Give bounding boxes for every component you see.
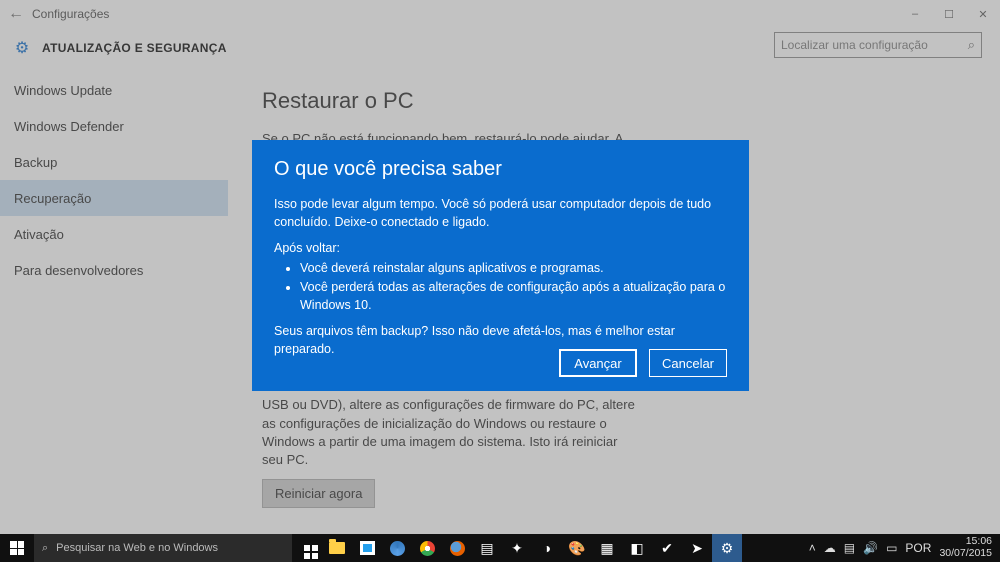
sidebar-item-windows-defender[interactable]: Windows Defender [0,108,228,144]
sidebar-item-developers[interactable]: Para desenvolvedores [0,252,228,288]
page-heading: Restaurar o PC [262,88,966,114]
app-icon[interactable]: ✔ [652,534,682,562]
back-button[interactable]: ← [8,5,32,23]
taskbar: ⌕ Pesquisar na Web e no Windows ▤ ✦ ◑ 🎨 … [0,534,1000,562]
cancel-button[interactable]: Cancelar [649,349,727,377]
window-title: Configurações [32,7,992,21]
settings-header: ⚙ ATUALIZAÇÃO E SEGURANÇA Localizar uma … [0,28,1000,68]
reset-info-dialog: O que você precisa saber Isso pode levar… [252,140,749,391]
dialog-bullet-1: Você deverá reinstalar alguns aplicativo… [300,259,727,277]
start-button[interactable] [0,534,34,562]
search-icon: ⌕ [968,37,975,53]
firefox-icon[interactable] [442,534,472,562]
app-icon[interactable]: ✦ [502,534,532,562]
search-placeholder: Localizar uma configuração [781,38,968,52]
gear-icon: ⚙ [12,38,32,58]
search-input[interactable]: Localizar uma configuração ⌕ [774,32,982,58]
section-title: ATUALIZAÇÃO E SEGURANÇA [42,41,227,55]
calculator-icon[interactable]: ▦ [592,534,622,562]
task-view-button[interactable] [292,534,322,562]
taskbar-clock[interactable]: 15:06 30/07/2015 [939,536,992,559]
window-titlebar: ← Configurações – ☐ ✕ [0,0,1000,28]
close-button[interactable]: ✕ [966,0,1000,28]
advanced-startup-description: USB ou DVD), altere as configurações de … [262,396,642,469]
language-indicator[interactable]: POR [905,541,931,555]
search-icon: ⌕ [42,542,48,555]
app-icon[interactable]: ◧ [622,534,652,562]
clock-date: 30/07/2015 [939,548,992,560]
paint-icon[interactable]: 🎨 [562,534,592,562]
dialog-after-label: Após voltar: [274,239,727,257]
system-tray: ˄ ☁ ▤ 🔊 ▭ POR 15:06 30/07/2015 [809,536,1000,559]
store-icon[interactable] [352,534,382,562]
dialog-bullet-2: Você perderá todas as alterações de conf… [300,278,727,314]
chrome-icon[interactable] [412,534,442,562]
windows-logo-icon [10,541,24,555]
tray-chevron-icon[interactable]: ˄ [809,541,816,555]
dialog-text-1: Isso pode levar algum tempo. Você só pod… [274,195,727,231]
minimize-button[interactable]: – [898,0,932,28]
edge-icon[interactable] [382,534,412,562]
onedrive-icon[interactable]: ☁ [824,541,836,555]
taskbar-search[interactable]: ⌕ Pesquisar na Web e no Windows [34,534,292,562]
sidebar-item-activation[interactable]: Ativação [0,216,228,252]
sidebar-item-backup[interactable]: Backup [0,144,228,180]
app-icon[interactable]: ◑ [532,534,562,562]
next-button[interactable]: Avançar [559,349,637,377]
sidebar-item-recovery[interactable]: Recuperação [0,180,228,216]
maximize-button[interactable]: ☐ [932,0,966,28]
restart-now-button[interactable]: Reiniciar agora [262,479,375,508]
network-icon[interactable]: ▤ [844,541,855,555]
sidebar-item-windows-update[interactable]: Windows Update [0,72,228,108]
dialog-title: O que você precisa saber [274,158,727,181]
taskbar-search-placeholder: Pesquisar na Web e no Windows [56,542,218,554]
app-icon[interactable]: ▤ [472,534,502,562]
sidebar: Windows Update Windows Defender Backup R… [0,68,228,534]
app-icon[interactable]: ➤ [682,534,712,562]
file-explorer-icon[interactable] [322,534,352,562]
volume-icon[interactable]: 🔊 [863,541,878,555]
notifications-icon[interactable]: ▭ [886,541,897,555]
taskbar-apps: ▤ ✦ ◑ 🎨 ▦ ◧ ✔ ➤ ⚙ [292,534,742,562]
settings-taskbar-icon[interactable]: ⚙ [712,534,742,562]
